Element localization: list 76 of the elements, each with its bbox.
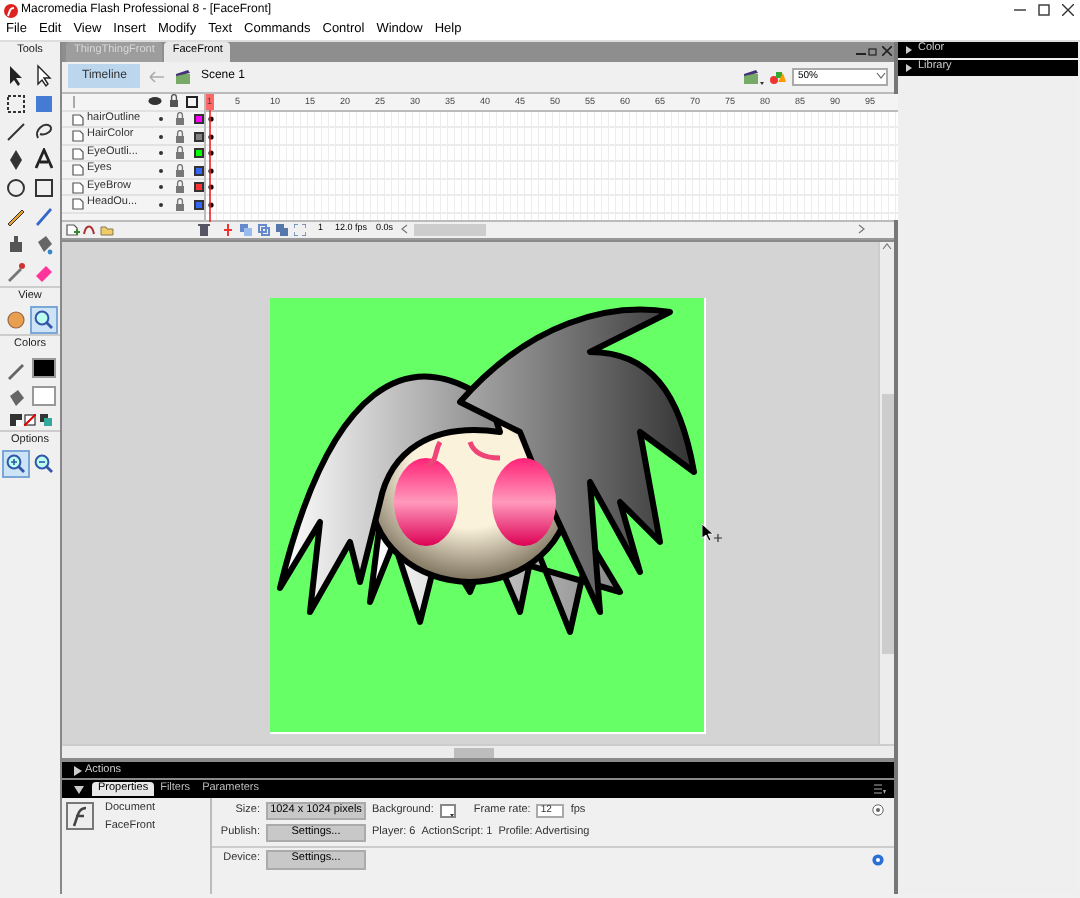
keyframe-icon (207, 201, 213, 208)
scroll-left-icon[interactable] (399, 224, 408, 235)
edit-symbols-icon[interactable] (767, 67, 789, 86)
expand-arrow-icon (906, 64, 912, 72)
zoom-out-icon[interactable] (32, 452, 56, 476)
lock-icon[interactable] (167, 94, 179, 109)
lock-icon[interactable] (173, 129, 185, 144)
caret-icon (876, 72, 886, 81)
visibility-dot-icon[interactable] (157, 167, 163, 174)
onion-outlines-icon[interactable] (258, 223, 270, 236)
line-icon[interactable] (4, 119, 28, 143)
collapse-arrow-icon[interactable] (74, 785, 84, 794)
scrollbar-thumb[interactable] (413, 223, 486, 236)
close-icon[interactable] (1062, 4, 1074, 16)
playhead[interactable] (205, 93, 213, 222)
edit-multiple-frames-icon[interactable] (276, 223, 288, 236)
expand-arrow-icon[interactable] (74, 765, 82, 776)
lasso-icon[interactable] (32, 119, 56, 143)
scrollbar-thumb[interactable] (454, 747, 494, 758)
stroke-color-swatch[interactable] (32, 357, 56, 377)
scroll-right-icon[interactable] (858, 224, 866, 235)
expand-arrow-icon (906, 46, 912, 54)
subselect-icon[interactable] (32, 63, 56, 87)
layer-outline-color[interactable] (193, 114, 203, 125)
visibility-dot-icon[interactable] (157, 116, 163, 123)
layer-outline-color[interactable] (193, 182, 203, 193)
paint-bucket-icon[interactable] (32, 231, 56, 255)
lock-icon[interactable] (173, 112, 185, 127)
layer-outline-color[interactable] (193, 165, 203, 176)
keyframe-icon (207, 184, 213, 191)
layer-outline-color[interactable] (193, 148, 203, 159)
scroll-up-icon[interactable] (882, 241, 892, 250)
lock-icon[interactable] (173, 197, 185, 212)
layer-outline-color[interactable] (193, 199, 203, 210)
free-transform-icon[interactable] (4, 91, 28, 115)
visibility-dot-icon[interactable] (157, 201, 163, 208)
keyframe-icon (207, 133, 213, 140)
scrollbar-thumb[interactable] (881, 393, 893, 654)
onion-skin-icon[interactable] (240, 223, 252, 236)
fill-color-swatch[interactable] (32, 385, 56, 405)
restore-icon[interactable] (868, 46, 878, 57)
zoom-in-icon[interactable] (4, 452, 28, 476)
brush-icon[interactable] (32, 203, 56, 227)
keyframe-icon (207, 150, 213, 157)
visibility-dot-icon[interactable] (157, 184, 163, 191)
no-color-icon[interactable] (24, 414, 36, 426)
insert-layer-icon[interactable] (65, 223, 79, 236)
rectangle-icon[interactable] (32, 175, 56, 199)
clapperboard-icon (174, 67, 193, 86)
outline-icon[interactable] (185, 95, 197, 108)
eye-icon[interactable] (147, 96, 161, 107)
lock-icon[interactable] (173, 146, 185, 161)
keyframe-icon (207, 167, 213, 174)
visibility-dot-icon[interactable] (157, 133, 163, 140)
visibility-dot-icon[interactable] (157, 150, 163, 157)
lock-icon[interactable] (173, 180, 185, 195)
trash-icon[interactable] (198, 222, 210, 237)
zoom-icon[interactable] (32, 308, 56, 332)
eyedropper-icon[interactable] (4, 259, 28, 283)
arrow-icon[interactable] (4, 63, 28, 87)
text-tool-icon[interactable] (32, 147, 56, 171)
swap-colors-icon[interactable] (39, 414, 51, 426)
background-color-swatch[interactable] (439, 803, 456, 818)
panel-menu-icon[interactable] (874, 784, 886, 795)
onion-markers-icon[interactable] (294, 223, 306, 236)
oval-icon[interactable] (4, 175, 28, 199)
maximize-icon[interactable] (1038, 4, 1050, 16)
motion-guide-icon[interactable] (82, 223, 96, 236)
minimize-icon[interactable] (1014, 4, 1026, 16)
keyframe-icon (207, 116, 213, 123)
center-frame-icon[interactable] (222, 223, 234, 236)
lock-icon[interactable] (173, 163, 185, 178)
layer-outline-color[interactable] (193, 131, 203, 142)
default-colors-icon[interactable] (9, 414, 21, 426)
edit-scene-icon[interactable] (742, 67, 764, 86)
fill-color-bucket-icon (4, 385, 28, 409)
